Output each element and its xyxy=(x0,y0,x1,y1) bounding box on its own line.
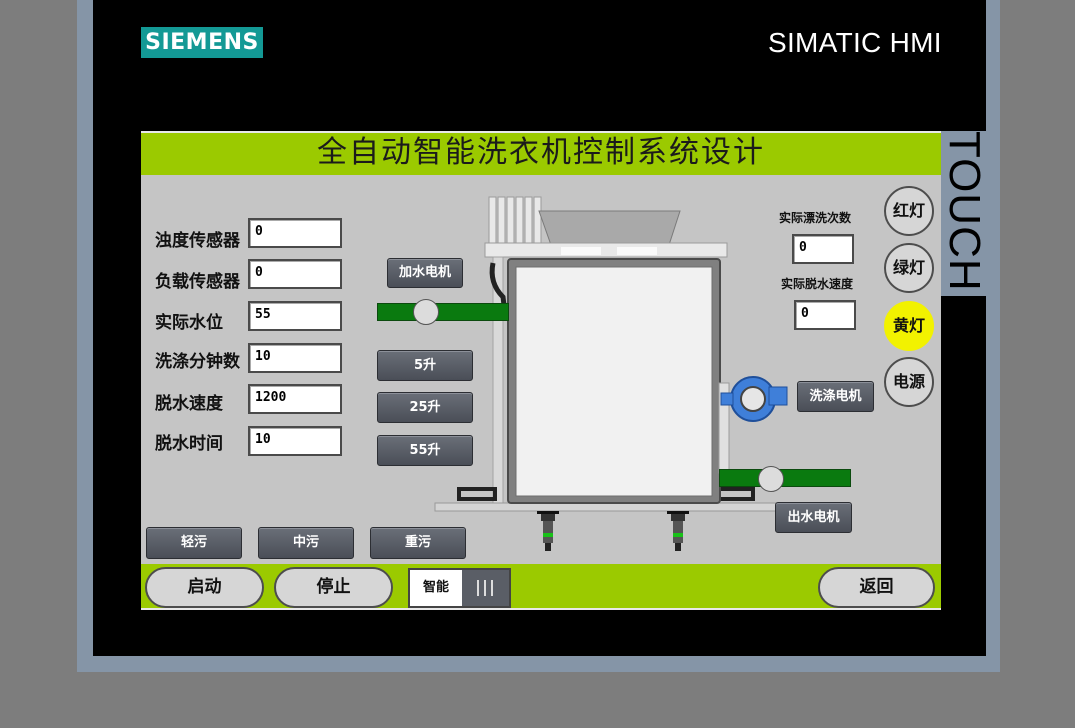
sensor-label-spin-time: 脱水时间 xyxy=(155,434,223,454)
water-5l-button[interactable]: 5升 xyxy=(377,350,473,381)
rinse-count-field[interactable]: 0 xyxy=(792,234,854,264)
water-level-field[interactable]: 55 xyxy=(248,301,342,331)
outlet-pipe xyxy=(719,469,851,487)
load-field[interactable]: 0 xyxy=(248,259,342,289)
heavy-dirt-button[interactable]: 重污 xyxy=(370,527,466,559)
simatic-hmi-label: SIMATIC HMI xyxy=(768,27,942,58)
hmi-screen: 全自动智能洗衣机控制系统设计 浊度传感器 0 负载传感器 0 实际水位 55 洗… xyxy=(141,131,941,610)
lamp-red: 红灯 xyxy=(884,186,934,236)
inlet-pipe xyxy=(377,303,509,321)
outlet-valve[interactable] xyxy=(758,466,784,492)
spin-speed-actual-label: 实际脱水速度 xyxy=(781,277,854,291)
wash-motor-button[interactable]: 洗涤电机 xyxy=(797,381,874,412)
back-button[interactable]: 返回 xyxy=(818,567,935,608)
touch-label: TOUCH xyxy=(940,131,989,292)
spin-speed-field[interactable]: 1200 xyxy=(248,384,342,414)
sensor-label-wash-minutes: 洗涤分钟数 xyxy=(155,352,240,372)
sensor-label-spin-speed: 脱水速度 xyxy=(155,394,223,414)
lamp-yellow: 黄灯 xyxy=(884,301,934,351)
turbidity-field[interactable]: 0 xyxy=(248,218,342,248)
touch-strip: TOUCH xyxy=(940,131,989,296)
stop-button[interactable]: 停止 xyxy=(274,567,393,608)
wash-minutes-field[interactable]: 10 xyxy=(248,343,342,373)
rinse-count-label: 实际漂洗次数 xyxy=(779,211,852,225)
mode-switch-label: 智能 xyxy=(422,580,449,595)
switch-bars-icon xyxy=(462,570,509,606)
drain-motor-button[interactable]: 出水电机 xyxy=(775,502,852,533)
water-55l-button[interactable]: 55升 xyxy=(377,435,473,466)
page-title: 全自动智能洗衣机控制系统设计 xyxy=(317,135,765,170)
sensor-label-water-level: 实际水位 xyxy=(155,313,223,333)
light-dirt-button[interactable]: 轻污 xyxy=(146,527,242,559)
sensor-label-load: 负载传感器 xyxy=(155,272,240,292)
spin-speed-actual-field[interactable]: 0 xyxy=(794,300,856,330)
siemens-logo: SIEMENS xyxy=(141,27,263,58)
lamp-power: 电源 xyxy=(884,357,934,407)
water-25l-button[interactable]: 25升 xyxy=(377,392,473,423)
mode-switch[interactable]: 智能 xyxy=(408,568,511,608)
spin-time-field[interactable]: 10 xyxy=(248,426,342,456)
inlet-valve[interactable] xyxy=(413,299,439,325)
water-motor-button[interactable]: 加水电机 xyxy=(387,258,463,288)
lamp-green: 绿灯 xyxy=(884,243,934,293)
medium-dirt-button[interactable]: 中污 xyxy=(258,527,354,559)
start-button[interactable]: 启动 xyxy=(145,567,264,608)
sensor-label-turbidity: 浊度传感器 xyxy=(155,231,240,251)
